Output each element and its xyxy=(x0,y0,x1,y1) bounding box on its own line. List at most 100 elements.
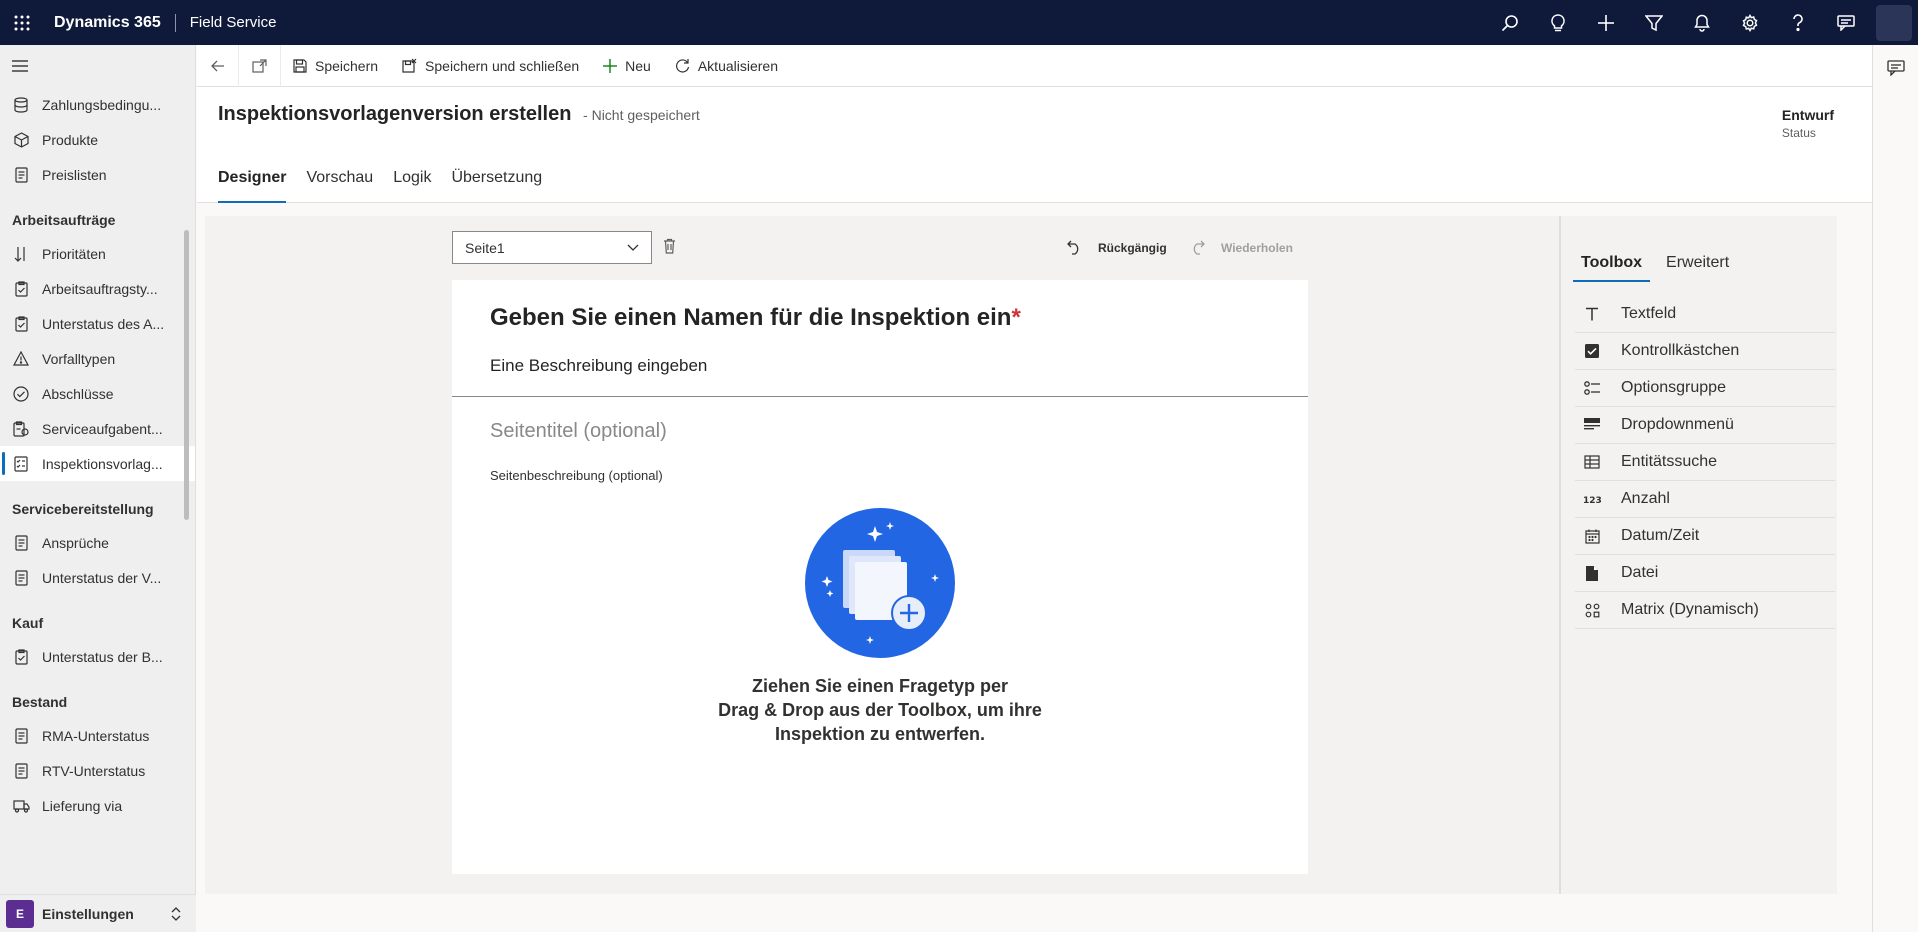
toolbox-item-kontrollkaestchen[interactable]: Kontrollkästchen xyxy=(1575,333,1835,370)
app-name[interactable]: Field Service xyxy=(190,14,277,31)
page-selector-value: Seite1 xyxy=(465,239,505,256)
toolbox-item-datum-zeit[interactable]: Datum/Zeit xyxy=(1575,518,1835,555)
chevron-down-icon xyxy=(627,244,639,252)
tab-erweitert[interactable]: Erweitert xyxy=(1666,246,1729,282)
save-icon xyxy=(293,58,307,73)
tab-vorschau[interactable]: Vorschau xyxy=(306,167,373,203)
inspection-name-input[interactable]: Geben Sie einen Namen für die Inspektion… xyxy=(490,304,1021,332)
page-selector[interactable]: Seite1 xyxy=(452,231,652,264)
nav-item-abschluesse[interactable]: Abschlüsse xyxy=(0,376,195,411)
box-icon xyxy=(12,131,30,149)
toolbox-item-label: Textfeld xyxy=(1621,305,1677,322)
trash-icon xyxy=(663,238,676,254)
checkbox-icon xyxy=(1583,342,1601,360)
nav-item-label: Vorfalltypen xyxy=(42,350,116,367)
refresh-icon xyxy=(675,58,690,73)
nav-item-serviceaufgabentypen[interactable]: Serviceaufgabent... xyxy=(0,411,195,446)
brand-name[interactable]: Dynamics 365 xyxy=(54,14,161,32)
nav-item-label: Produkte xyxy=(42,131,99,148)
redo-button[interactable]: Wiederholen xyxy=(1190,240,1293,255)
form-tabs: Designer Vorschau Logik Übersetzung xyxy=(218,167,562,203)
new-button[interactable]: Neu xyxy=(591,45,663,87)
nav-item-unterstatus-arbeitsauftrag[interactable]: Unterstatus des A... xyxy=(0,306,195,341)
area-label: Einstellungen xyxy=(42,905,134,922)
toolbox-item-textfeld[interactable]: Textfeld xyxy=(1575,296,1835,333)
top-bar: Dynamics 365 Field Service xyxy=(0,0,1918,45)
tab-uebersetzung[interactable]: Übersetzung xyxy=(451,167,542,203)
nav-group-arbeitsauftraege: Arbeitsaufträge xyxy=(12,212,116,228)
nav-item-ansprueche[interactable]: Ansprüche xyxy=(0,525,195,560)
nav-item-inspektionsvorlagen[interactable]: Inspektionsvorlag... xyxy=(0,446,195,481)
nav-item-zahlungsbedingungen[interactable]: Zahlungsbedingu... xyxy=(0,87,195,122)
page-title-input[interactable]: Seitentitel (optional) xyxy=(490,420,667,443)
toolbox-item-optionsgruppe[interactable]: Optionsgruppe xyxy=(1575,370,1835,407)
toolbox-item-anzahl[interactable]: 123 Anzahl xyxy=(1575,481,1835,518)
page-title-text: Inspektionsvorlagenversion erstellen xyxy=(218,103,572,125)
help-icon[interactable] xyxy=(1774,0,1822,45)
refresh-button[interactable]: Aktualisieren xyxy=(663,45,790,87)
status-field: Entwurf Status xyxy=(1782,107,1834,140)
page-description-input[interactable]: Seitenbeschreibung (optional) xyxy=(490,468,663,483)
toolbox-list: Textfeld Kontrollkästchen Optionsgruppe … xyxy=(1575,296,1835,629)
lightbulb-icon[interactable] xyxy=(1534,0,1582,45)
save-close-button[interactable]: Speichern und schließen xyxy=(390,45,591,87)
toolbox-item-label: Entitätssuche xyxy=(1621,453,1718,470)
nav-item-rma-unterstatus[interactable]: RMA-Unterstatus xyxy=(0,718,195,753)
table-icon xyxy=(1583,453,1601,471)
undo-button[interactable]: Rückgängig xyxy=(1067,240,1167,255)
calendar-icon xyxy=(1583,527,1601,545)
filter-icon[interactable] xyxy=(1630,0,1678,45)
popout-icon xyxy=(252,58,267,73)
gear-icon[interactable] xyxy=(1726,0,1774,45)
save-close-label: Speichern und schließen xyxy=(425,57,580,74)
nav-item-unterstatus-bestellung[interactable]: Unterstatus der B... xyxy=(0,639,195,674)
site-map-nav: Zahlungsbedingu... Produkte Preislisten … xyxy=(0,45,196,932)
back-arrow-icon xyxy=(210,60,225,72)
clipboard-icon xyxy=(12,315,30,333)
nav-item-unterstatus-vereinbarung[interactable]: Unterstatus der V... xyxy=(0,560,195,595)
copilot-chat-icon[interactable] xyxy=(1873,45,1918,91)
back-button[interactable] xyxy=(197,44,239,87)
app-launcher-icon[interactable] xyxy=(0,0,44,45)
nav-item-label: Unterstatus des A... xyxy=(42,315,165,332)
user-avatar[interactable] xyxy=(1876,4,1912,41)
nav-item-label: Lieferung via xyxy=(42,797,123,814)
chat-icon[interactable] xyxy=(1822,0,1870,45)
inspection-description-input[interactable]: Eine Beschreibung eingeben xyxy=(490,356,707,376)
status-value: Entwurf xyxy=(1781,107,1834,123)
inspection-canvas: Geben Sie einen Namen für die Inspektion… xyxy=(452,280,1308,874)
nav-item-produkte[interactable]: Produkte xyxy=(0,122,195,157)
document-icon xyxy=(12,762,30,780)
tab-designer[interactable]: Designer xyxy=(218,167,287,203)
search-icon[interactable] xyxy=(1486,0,1534,45)
unsaved-indicator: - Nicht gespeichert xyxy=(583,107,700,123)
matrix-icon xyxy=(1583,601,1601,619)
redo-icon xyxy=(1190,240,1213,255)
save-button[interactable]: Speichern xyxy=(281,45,390,87)
nav-item-arbeitsauftragstypen[interactable]: Arbeitsauftragsty... xyxy=(0,271,195,306)
nav-item-prioritaeten[interactable]: Prioritäten xyxy=(0,236,195,271)
plus-icon[interactable] xyxy=(1582,0,1630,45)
nav-item-vorfalltypen[interactable]: Vorfalltypen xyxy=(0,341,195,376)
refresh-label: Aktualisieren xyxy=(697,57,778,74)
nav-item-label: Inspektionsvorlag... xyxy=(42,455,163,472)
toolbox-item-entitaetssuche[interactable]: Entitätssuche xyxy=(1575,444,1835,481)
toolbox-item-datei[interactable]: Datei xyxy=(1575,555,1835,592)
toolbox-item-dropdownmenue[interactable]: Dropdownmenü xyxy=(1575,407,1835,444)
bell-icon[interactable] xyxy=(1678,0,1726,45)
area-switcher[interactable]: E Einstellungen xyxy=(0,894,196,932)
toolbox-item-label: Optionsgruppe xyxy=(1621,379,1726,396)
hamburger-menu-icon[interactable] xyxy=(0,45,195,87)
nav-item-rtv-unterstatus[interactable]: RTV-Unterstatus xyxy=(0,753,195,788)
delete-page-button[interactable] xyxy=(663,238,676,254)
nav-scrollbar[interactable] xyxy=(184,230,189,520)
tab-toolbox[interactable]: Toolbox xyxy=(1573,246,1651,282)
toolbox-item-label: Matrix (Dynamisch) xyxy=(1621,601,1759,618)
toolbox-item-matrix-dynamisch[interactable]: Matrix (Dynamisch) xyxy=(1575,592,1835,629)
nav-item-label: Prioritäten xyxy=(42,245,106,262)
nav-item-lieferung-via[interactable]: Lieferung via xyxy=(0,788,195,823)
open-new-window-button[interactable] xyxy=(239,44,281,87)
tab-logik[interactable]: Logik xyxy=(393,167,431,203)
nav-item-preislisten[interactable]: Preislisten xyxy=(0,157,195,192)
nav-item-label: RMA-Unterstatus xyxy=(42,727,150,744)
